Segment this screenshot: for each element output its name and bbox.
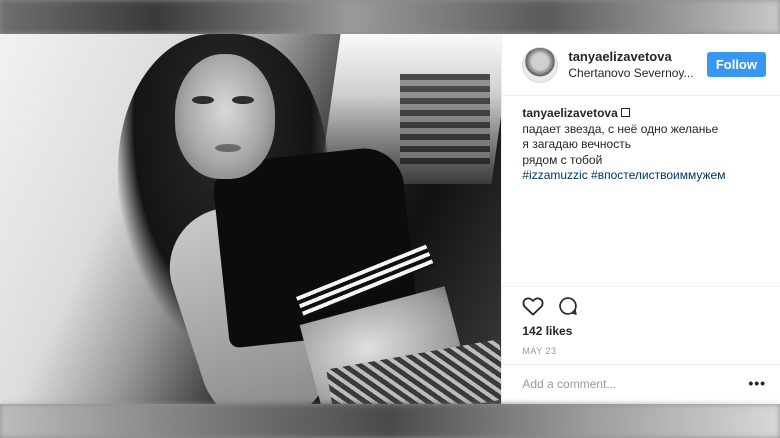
user-block: tanyaelizavetova Chertanovo Severnoy... xyxy=(568,49,700,81)
comment-bubble-icon[interactable] xyxy=(558,296,578,316)
caption-hashtags[interactable]: #izzamuzzic #впостелиствоиммужем xyxy=(522,168,762,184)
divider xyxy=(502,286,780,287)
photo-eye-right xyxy=(232,96,254,104)
divider xyxy=(502,364,780,365)
instagram-post: tanyaelizavetova Chertanovo Severnoy... … xyxy=(0,34,780,404)
photo-eye-left xyxy=(192,96,214,104)
emoji-placeholder-icon xyxy=(620,108,630,117)
post-photo xyxy=(0,34,502,404)
photo-face xyxy=(175,54,275,179)
post-sidebar: tanyaelizavetova Chertanovo Severnoy... … xyxy=(501,34,780,404)
post-date: MAY 23 xyxy=(522,346,557,356)
caption-username[interactable]: tanyaelizavetova xyxy=(522,106,617,120)
photo-window-grid xyxy=(400,74,490,164)
comment-input[interactable] xyxy=(522,372,733,396)
likes-count[interactable]: 142 likes xyxy=(522,324,572,338)
photo-lips xyxy=(215,144,241,152)
video-backdrop-top xyxy=(0,0,780,34)
username-link[interactable]: tanyaelizavetova xyxy=(568,49,700,65)
more-options-icon[interactable]: ••• xyxy=(748,376,766,390)
action-bar xyxy=(522,296,578,316)
follow-button[interactable]: Follow xyxy=(706,52,766,77)
heart-icon[interactable] xyxy=(522,296,544,316)
caption: tanyaelizavetova падает звезда, с неё од… xyxy=(522,106,762,184)
caption-line: я загадаю вечность xyxy=(522,137,631,151)
location-link[interactable]: Chertanovo Severnoy... xyxy=(568,65,700,81)
post-header: tanyaelizavetova Chertanovo Severnoy... … xyxy=(502,34,780,96)
caption-line: падает звезда, с неё одно желанье xyxy=(522,121,719,136)
video-backdrop-bottom xyxy=(0,404,780,438)
avatar[interactable] xyxy=(522,46,559,83)
caption-line: рядом с тобой xyxy=(522,152,603,167)
